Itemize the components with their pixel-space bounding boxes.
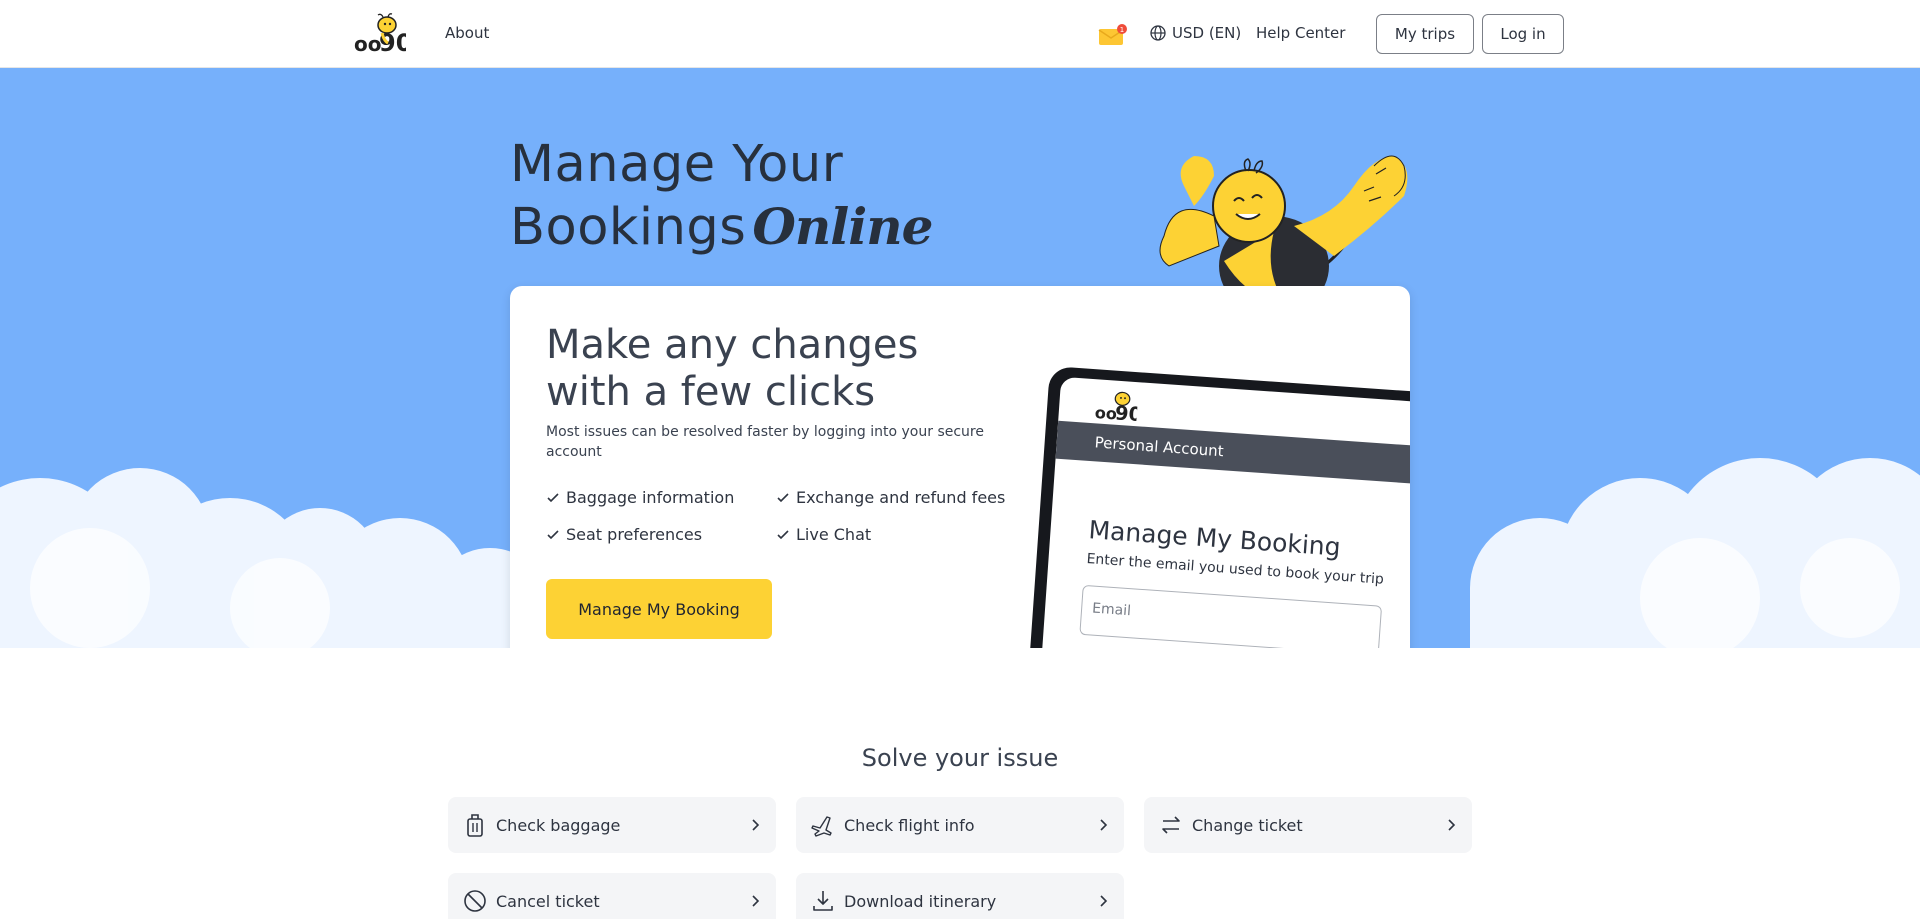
- mail-icon[interactable]: 1: [1098, 24, 1128, 46]
- feature-list: Baggage information Exchange and refund …: [546, 488, 1026, 544]
- feature-label: Exchange and refund fees: [796, 488, 1006, 507]
- top-header: oo 90 About 1 USD (EN) Help Center My tr…: [0, 0, 1920, 68]
- my-trips-button[interactable]: My trips: [1376, 14, 1474, 54]
- download-icon: [813, 891, 833, 911]
- tile-label: Cancel ticket: [496, 891, 600, 911]
- hero-title-line2: Bookings: [510, 198, 747, 257]
- check-flight-info-tile[interactable]: Check flight info: [796, 797, 1124, 853]
- manage-my-booking-button[interactable]: Manage My Booking: [546, 579, 772, 639]
- svg-text:90: 90: [1114, 401, 1138, 424]
- hero-section: Manage Your Bookings Online Make any chan…: [0, 68, 1920, 648]
- feature-label: Baggage information: [566, 488, 735, 507]
- solve-section-title: Solve your issue: [861, 744, 1059, 772]
- check-baggage-tile[interactable]: Check baggage: [448, 797, 776, 853]
- help-center-link[interactable]: Help Center: [1256, 24, 1345, 42]
- feature-item: Live Chat: [776, 525, 1016, 544]
- cancel-ticket-tile[interactable]: Cancel ticket: [448, 873, 776, 919]
- tablet-screen: oo 90 Personal Account Manage My Booking…: [1036, 376, 1410, 648]
- chevron-right-icon: [1100, 895, 1108, 907]
- tile-label: Change ticket: [1192, 815, 1303, 835]
- logo[interactable]: oo 90: [354, 13, 406, 55]
- log-in-button[interactable]: Log in: [1482, 14, 1564, 54]
- booking-promo-card: Make any changes with a few clicks Most …: [510, 286, 1410, 648]
- tablet-header-bar: [1055, 420, 1410, 488]
- tile-label: Check baggage: [496, 815, 621, 835]
- check-icon: [547, 492, 559, 502]
- tile-label: Check flight info: [844, 815, 975, 835]
- card-subtitle: Most issues can be resolved faster by lo…: [546, 424, 984, 460]
- hero-title-line1: Manage Your: [510, 135, 844, 194]
- plane-icon: [811, 816, 832, 837]
- globe-icon: [1150, 25, 1166, 41]
- swap-icon: [1162, 816, 1180, 834]
- currency-selector[interactable]: USD (EN): [1150, 24, 1241, 42]
- cancel-icon: [464, 890, 486, 912]
- tablet-logo: oo 90: [1094, 391, 1139, 424]
- check-icon: [777, 529, 789, 539]
- feature-item: Seat preferences: [546, 525, 776, 544]
- hero-title-script: Online: [752, 197, 933, 256]
- hero-title: Manage Your Bookings Online: [510, 134, 933, 259]
- card-title: Make any changes with a few clicks: [546, 322, 919, 415]
- feature-item: Exchange and refund fees: [776, 488, 1016, 507]
- tile-label: Download itinerary: [844, 891, 997, 911]
- check-icon: [777, 492, 789, 502]
- feature-label: Seat preferences: [566, 525, 703, 544]
- tablet-email-field: Email: [1079, 584, 1383, 648]
- download-itinerary-tile[interactable]: Download itinerary: [796, 873, 1124, 919]
- currency-label: USD (EN): [1172, 24, 1242, 42]
- feature-item: Baggage information: [546, 488, 776, 507]
- baggage-icon: [467, 814, 483, 837]
- svg-text:oo: oo: [354, 32, 381, 55]
- tablet-mockup: oo 90 Personal Account Manage My Booking…: [1024, 366, 1410, 648]
- change-ticket-tile[interactable]: Change ticket: [1144, 797, 1472, 853]
- feature-label: Live Chat: [796, 525, 872, 544]
- mail-badge: 1: [1120, 26, 1124, 34]
- chevron-right-icon: [1100, 819, 1108, 831]
- nav-about-link[interactable]: About: [445, 24, 489, 42]
- chevron-right-icon: [752, 895, 760, 907]
- chevron-right-icon: [752, 819, 760, 831]
- chevron-right-icon: [1448, 819, 1456, 831]
- check-icon: [547, 529, 559, 539]
